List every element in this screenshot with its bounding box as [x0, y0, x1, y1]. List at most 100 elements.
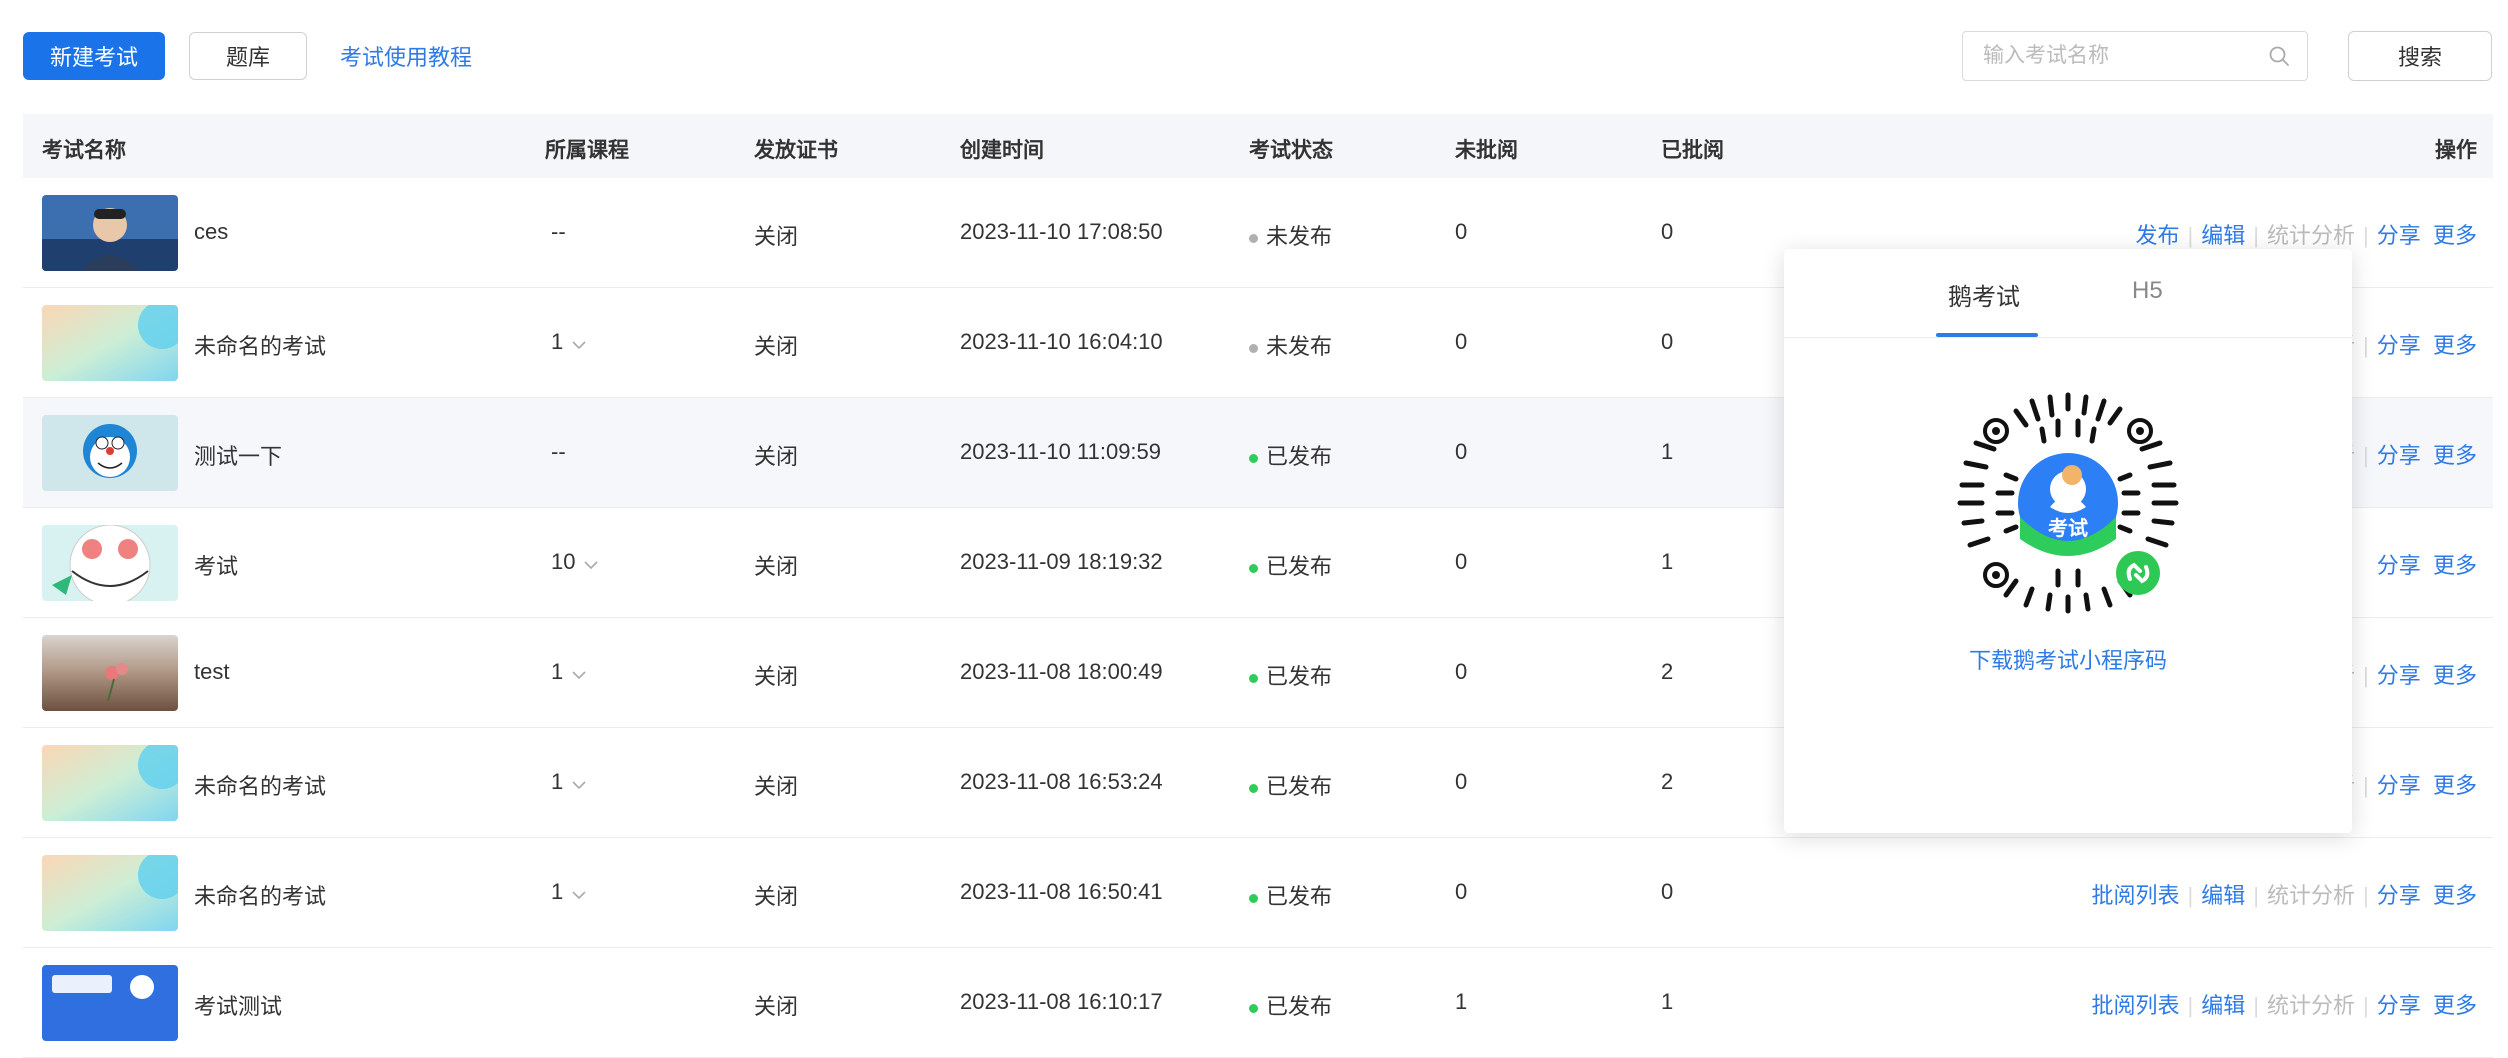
course-value: 1 [551, 769, 564, 794]
search-input[interactable] [1963, 31, 2259, 81]
status-text: 已发布 [1266, 994, 1333, 1019]
stats-link: 统计分析 [2267, 223, 2356, 248]
exam-name[interactable]: 未命名的考试 [194, 329, 326, 361]
exam-thumbnail[interactable] [42, 415, 178, 491]
new-exam-button[interactable]: 新建考试 [23, 32, 165, 80]
share-link[interactable]: 分享 [2377, 773, 2421, 798]
exam-thumbnail[interactable] [42, 525, 178, 601]
exam-name[interactable]: 考试测试 [194, 989, 282, 1021]
exam-thumbnail[interactable] [42, 635, 178, 711]
chevron-down-icon[interactable] [571, 660, 587, 686]
course-value: 1 [551, 879, 564, 904]
chevron-down-icon[interactable] [571, 770, 587, 796]
status-dot-icon [1249, 1003, 1258, 1013]
share-link[interactable]: 分享 [2377, 333, 2421, 358]
share-link[interactable]: 分享 [2377, 883, 2421, 908]
row-actions: 分享 更多 [2377, 548, 2477, 580]
tab-h5[interactable]: H5 [2132, 277, 2163, 305]
more-link[interactable]: 更多 [2433, 663, 2477, 688]
chevron-down-icon[interactable] [571, 330, 587, 356]
created-time: 2023-11-10 17:08:50 [960, 219, 1163, 244]
created-time: 2023-11-08 16:53:24 [960, 769, 1163, 794]
status-badge: 已发布 [1249, 769, 1332, 801]
exam-name[interactable]: 考试 [194, 549, 238, 581]
more-link[interactable]: 更多 [2433, 333, 2477, 358]
status-text: 已发布 [1266, 664, 1333, 689]
col-certificate: 发放证书 [754, 139, 838, 162]
qr-badge-text: 考试 [2048, 516, 2088, 540]
download-qr-link[interactable]: 下载鹅考试小程序码 [1784, 643, 2352, 675]
course-select[interactable]: 10 [551, 549, 599, 576]
more-link[interactable]: 更多 [2433, 553, 2477, 578]
tab-miniprogram[interactable]: 鹅考试 [1948, 277, 2020, 312]
review-list-link[interactable]: 批阅列表 [2092, 883, 2180, 908]
table-row: 未命名的考试 1 关闭 2023-11-08 16:50:41 已发布 0 0 … [23, 838, 2493, 948]
course-select[interactable]: 1 [551, 879, 587, 906]
certificate-value: 关闭 [754, 444, 799, 469]
status-dot-icon [1249, 453, 1258, 463]
chevron-down-icon[interactable] [571, 880, 587, 906]
exam-name[interactable]: 测试一下 [194, 439, 282, 471]
exam-tutorial-link[interactable]: 考试使用教程 [340, 40, 472, 72]
row-actions: 析|分享 更多 [2333, 438, 2477, 470]
exam-thumbnail[interactable] [42, 855, 178, 931]
share-link[interactable]: 分享 [2377, 443, 2421, 468]
more-link[interactable]: 更多 [2433, 773, 2477, 798]
share-link[interactable]: 分享 [2377, 993, 2421, 1018]
status-badge: 已发布 [1249, 879, 1332, 911]
reviewed-count: 0 [1661, 219, 1674, 244]
share-popover: 鹅考试 H5 考试 下载鹅考试小程序码 [1784, 249, 2352, 833]
certificate-value: 关闭 [754, 334, 799, 359]
status-badge: 已发布 [1249, 439, 1332, 471]
search-field [1962, 31, 2308, 81]
more-link[interactable]: 更多 [2433, 223, 2477, 248]
col-status: 考试状态 [1249, 139, 1333, 162]
course-value: -- [551, 219, 566, 244]
edit-link[interactable]: 编辑 [2201, 993, 2245, 1018]
question-bank-button[interactable]: 题库 [189, 32, 307, 80]
edit-link[interactable]: 编辑 [2201, 223, 2245, 248]
created-time: 2023-11-10 16:04:10 [960, 329, 1163, 354]
publish-link[interactable]: 发布 [2136, 223, 2180, 248]
row-actions: 批阅列表 | 编辑 | 统计分析 | 分享 更多 [2091, 993, 2477, 1018]
exam-name[interactable]: test [194, 659, 229, 685]
share-link[interactable]: 分享 [2377, 663, 2421, 688]
status-badge: 已发布 [1249, 549, 1332, 581]
search-button[interactable]: 搜索 [2348, 31, 2492, 81]
status-text: 已发布 [1266, 884, 1333, 909]
course-select[interactable]: 1 [551, 659, 587, 686]
created-time: 2023-11-08 16:10:17 [960, 989, 1163, 1014]
exam-thumbnail[interactable] [42, 965, 178, 1041]
course-select[interactable]: 1 [551, 769, 587, 796]
reviewed-count: 0 [1661, 329, 1674, 354]
share-link[interactable]: 分享 [2377, 223, 2421, 248]
exam-name[interactable]: ces [194, 219, 228, 245]
created-time: 2023-11-10 11:09:59 [960, 439, 1162, 464]
chevron-down-icon[interactable] [583, 550, 599, 576]
status-badge: 未发布 [1249, 219, 1332, 251]
exam-name[interactable]: 未命名的考试 [194, 769, 326, 801]
course-select[interactable]: 1 [551, 329, 587, 356]
table-row: 考试测试 关闭 2023-11-08 16:10:17 已发布 1 1 批阅列表… [23, 948, 2493, 1058]
status-dot-icon [1249, 343, 1258, 353]
more-link[interactable]: 更多 [2433, 883, 2477, 908]
col-unreviewed: 未批阅 [1455, 139, 1518, 162]
exam-name[interactable]: 未命名的考试 [194, 879, 326, 911]
unreviewed-count: 1 [1455, 989, 1468, 1014]
more-link[interactable]: 更多 [2433, 993, 2477, 1018]
unreviewed-count: 0 [1455, 219, 1468, 244]
created-time: 2023-11-09 18:19:32 [960, 549, 1163, 574]
share-link[interactable]: 分享 [2377, 553, 2421, 578]
row-actions: 析|分享 更多 [2333, 658, 2477, 690]
exam-thumbnail[interactable] [42, 305, 178, 381]
status-dot-icon [1249, 893, 1258, 903]
unreviewed-count: 0 [1455, 329, 1468, 354]
unreviewed-count: 0 [1455, 659, 1468, 684]
edit-link[interactable]: 编辑 [2201, 883, 2245, 908]
review-list-link[interactable]: 批阅列表 [2092, 993, 2180, 1018]
certificate-value: 关闭 [754, 994, 799, 1019]
exam-thumbnail[interactable] [42, 745, 178, 821]
exam-thumbnail[interactable] [42, 195, 178, 271]
more-link[interactable]: 更多 [2433, 443, 2477, 468]
search-icon[interactable] [2259, 36, 2299, 76]
